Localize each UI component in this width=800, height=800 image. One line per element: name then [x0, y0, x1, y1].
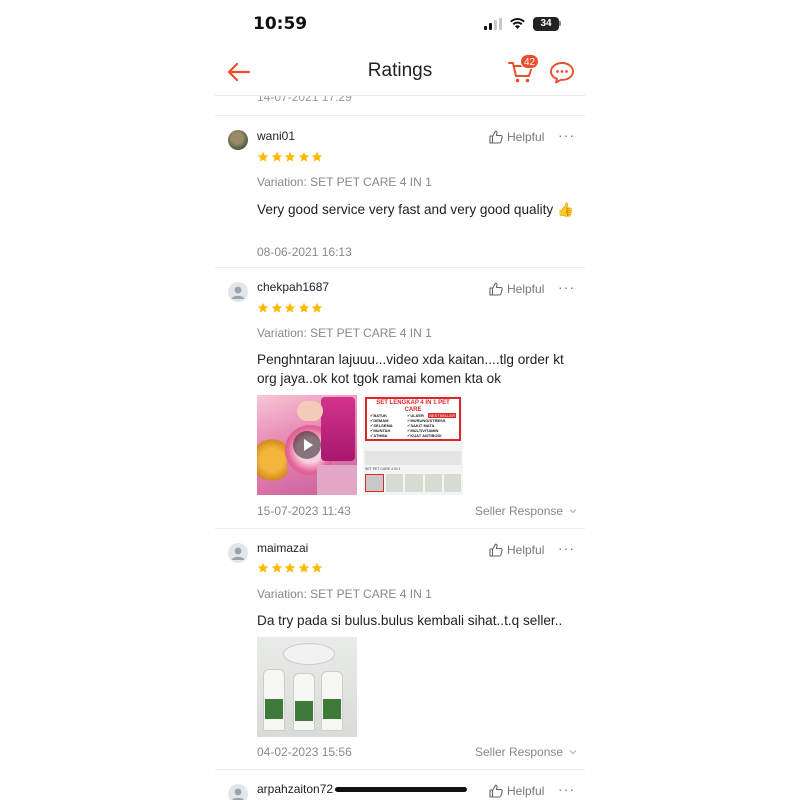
review-item: wani01 Helpful ··· Variation: SET PET CA…	[215, 115, 585, 268]
cart-count-badge: 42	[520, 54, 540, 69]
review-comment: Very good service very fast and very goo…	[257, 202, 574, 217]
star-icon	[298, 562, 309, 573]
helpful-label: Helpful	[507, 784, 545, 798]
star-icon	[298, 302, 309, 313]
more-options-button[interactable]: ···	[558, 540, 575, 556]
review-video-thumbnail[interactable]	[257, 395, 357, 495]
play-icon[interactable]	[293, 431, 321, 459]
review-item: maimazai Helpful ··· Variation: SET PET …	[215, 529, 585, 770]
star-icon	[311, 151, 323, 162]
seller-response-label: Seller Response	[475, 745, 564, 759]
star-icon	[298, 151, 309, 162]
star-rating	[257, 301, 325, 313]
more-options-button[interactable]: ···	[558, 781, 575, 797]
thumbs-up-icon	[489, 543, 503, 557]
poster-column-left: ✔BATUK ✔DEMAM ✔SELSEMA ✔MUNTAH ✔ATHMA	[370, 413, 393, 438]
home-indicator[interactable]	[335, 787, 467, 792]
helpful-label: Helpful	[507, 543, 545, 557]
chevron-down-icon	[570, 750, 577, 755]
avatar[interactable]	[228, 543, 248, 563]
seller-response-toggle[interactable]: Seller Response	[475, 504, 577, 518]
variation-label: Variation: SET PET CARE 4 IN 1	[257, 326, 432, 340]
chevron-down-icon	[570, 509, 577, 514]
review-photo-thumbnail[interactable]: SET LENGKAP 4 IN 1 PET CARE BESTSELLER ✔…	[363, 395, 463, 495]
helpful-label: Helpful	[507, 130, 545, 144]
star-icon	[257, 151, 269, 162]
reviewer-username[interactable]: arpahzaiton72	[257, 782, 333, 796]
seller-response-toggle[interactable]: Seller Response	[475, 745, 577, 759]
variation-label: Variation: SET PET CARE 4 IN 1	[257, 587, 432, 601]
poster-title: SET LENGKAP 4 IN 1 PET CARE	[376, 400, 450, 413]
poster-text: ✔KUAT ANTIBODI	[407, 433, 442, 438]
reviewer-username[interactable]: wani01	[257, 129, 295, 143]
star-icon	[271, 562, 282, 573]
poster-caption: SET PET CARE 4 IN 1	[365, 467, 401, 471]
star-icon	[271, 151, 282, 162]
seller-response-label: Seller Response	[475, 504, 564, 518]
user-placeholder-icon	[232, 788, 244, 800]
reviewer-username[interactable]: chekpah1687	[257, 280, 329, 294]
helpful-button[interactable]: Helpful	[489, 784, 544, 798]
star-icon	[311, 562, 323, 573]
thumbs-up-icon	[489, 130, 503, 144]
reviewer-username[interactable]: maimazai	[257, 541, 308, 555]
star-icon	[311, 302, 323, 313]
status-time: 10:59	[253, 14, 308, 34]
variation-label: Variation: SET PET CARE 4 IN 1	[257, 175, 432, 189]
star-icon	[284, 562, 296, 573]
helpful-button[interactable]: Helpful	[489, 282, 544, 296]
phone-screen: 10:59 34 Ratings 42 14-07-2021 17:29 wan…	[215, 0, 585, 800]
user-placeholder-icon	[231, 286, 245, 299]
helpful-button[interactable]: Helpful	[489, 130, 544, 144]
user-placeholder-icon	[231, 547, 245, 560]
poster-column-right: ✔ULSER ✔MURUNG/STRESS ✔SAKIT MATA ✔MULTI…	[407, 413, 445, 438]
review-date: 04-02-2023 15:56	[257, 745, 352, 759]
thumbs-up-icon	[489, 784, 503, 798]
more-options-button[interactable]: ···	[558, 127, 575, 143]
star-icon	[284, 302, 296, 313]
thumbs-up-icon	[489, 282, 503, 296]
star-icon	[284, 151, 296, 162]
review-photo-thumbnail[interactable]	[257, 637, 357, 737]
wifi-icon	[510, 18, 525, 29]
avatar[interactable]	[228, 130, 248, 150]
signal-icon	[484, 18, 504, 30]
poster-text: ✔ATHMA	[370, 433, 388, 438]
helpful-button[interactable]: Helpful	[489, 543, 544, 557]
chat-icon[interactable]	[549, 60, 575, 84]
battery-icon: 34	[533, 17, 559, 31]
star-rating	[257, 561, 325, 573]
review-item: chekpah1687 Helpful ··· Variation: SET P…	[215, 268, 585, 529]
star-icon	[257, 562, 269, 573]
avatar[interactable]	[228, 282, 248, 302]
review-date: 08-06-2021 16:13	[257, 245, 352, 259]
star-icon	[257, 302, 269, 313]
status-bar: 10:59 34	[215, 0, 585, 48]
review-comment: Da try pada si bulus.bulus kembali sihat…	[257, 613, 563, 628]
review-comment: Penghntaran lajuuu...video xda kaitan...…	[257, 352, 564, 386]
review-date: 15-07-2023 11:43	[257, 504, 351, 518]
battery-tip	[559, 21, 561, 26]
star-icon	[271, 302, 282, 313]
review-item: arpahzaiton72 Helpful ···	[215, 770, 585, 800]
helpful-label: Helpful	[507, 282, 545, 296]
avatar[interactable]	[228, 784, 248, 800]
more-options-button[interactable]: ···	[558, 279, 575, 295]
star-rating	[257, 150, 325, 162]
